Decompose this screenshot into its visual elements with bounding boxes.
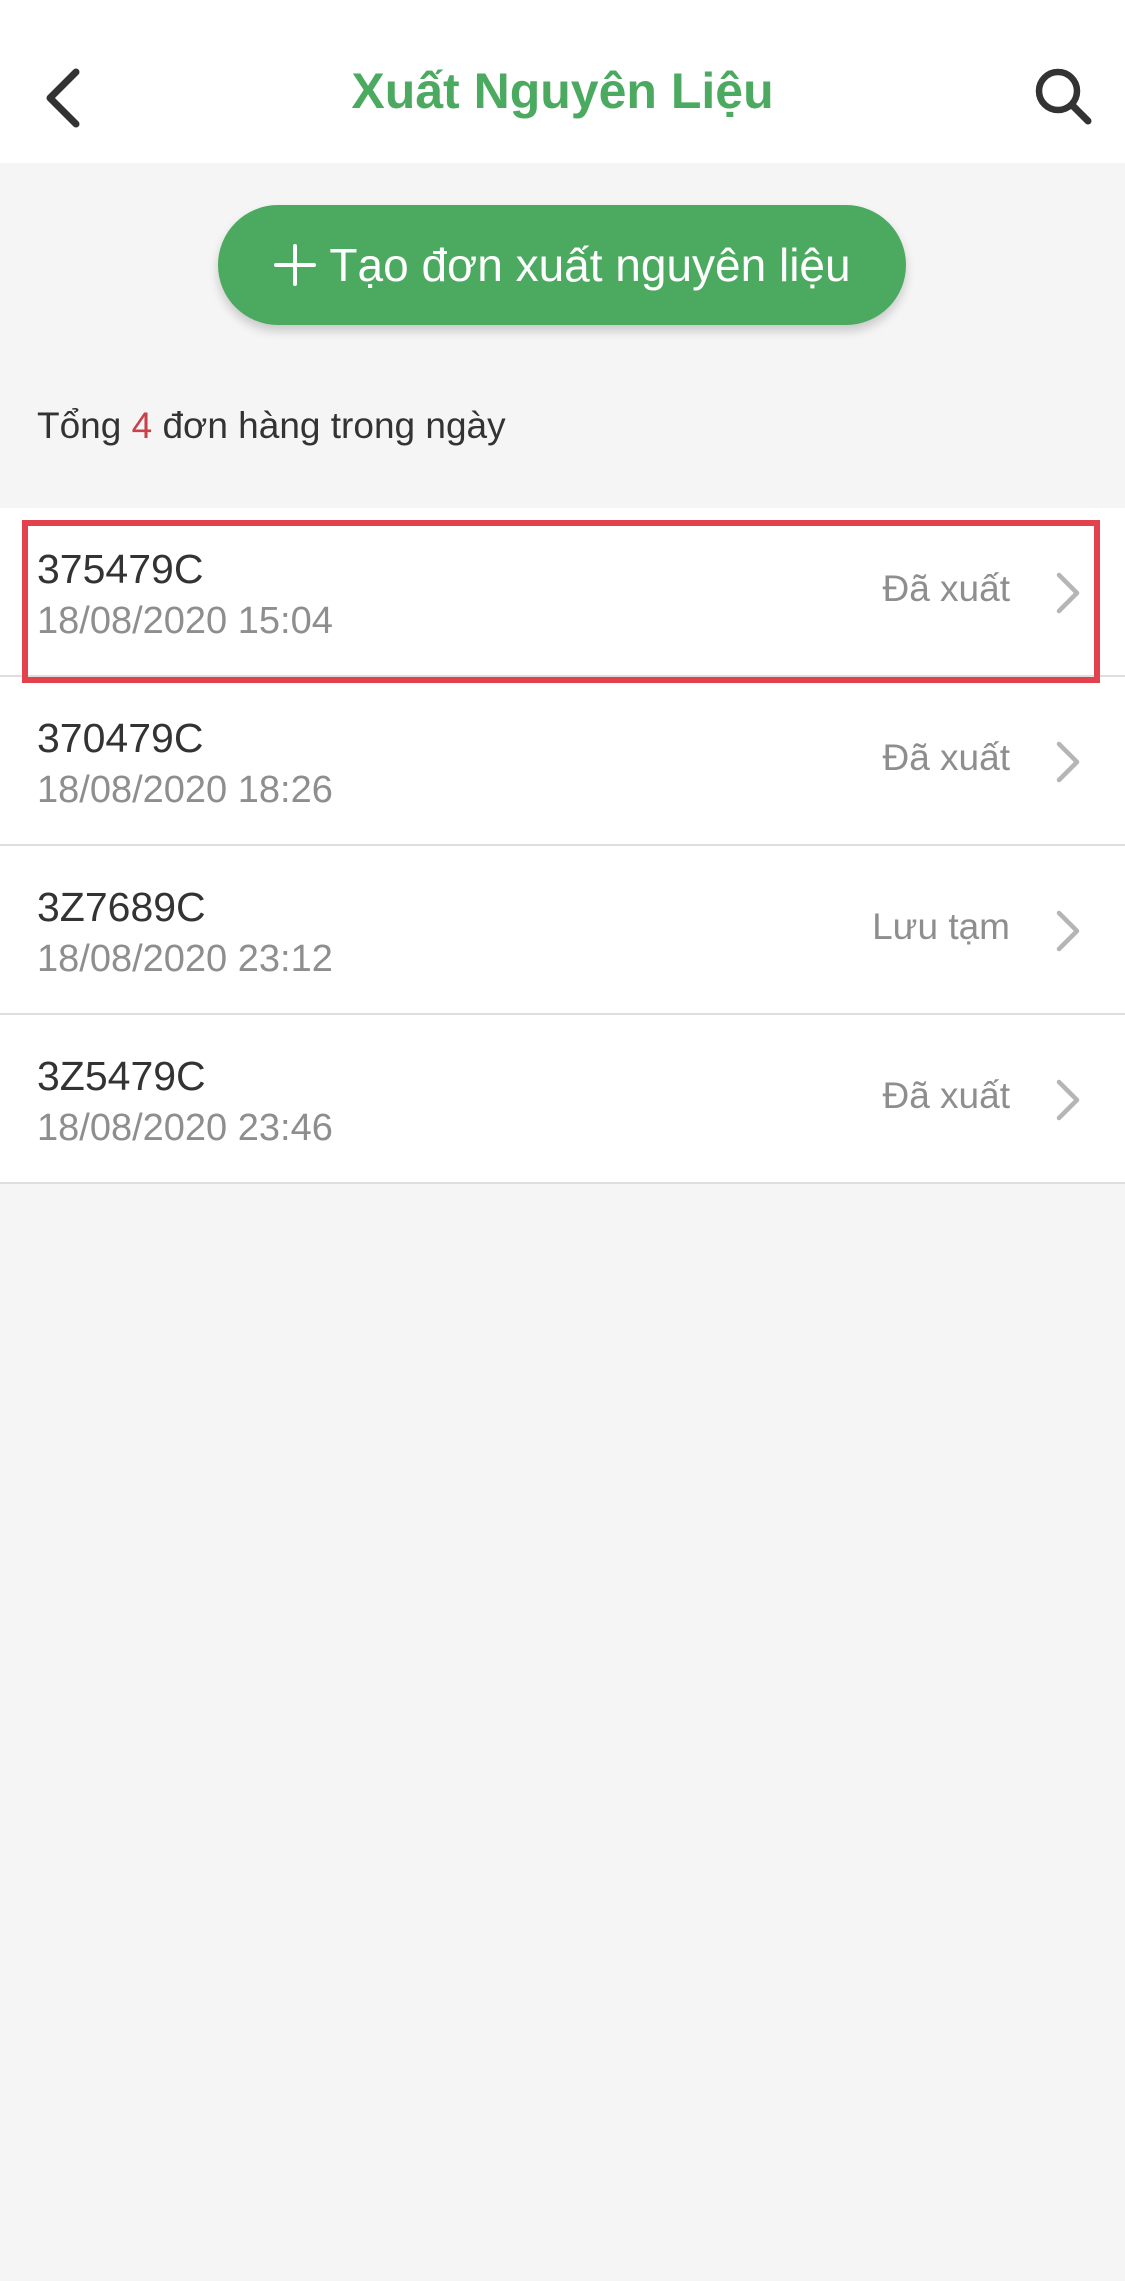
order-row[interactable]: 370479C 18/08/2020 18:26 Đã xuất [0,677,1125,846]
order-status: Đã xuất [882,737,1010,778]
chevron-right-icon [1053,739,1083,785]
create-button-label: Tạo đơn xuất nguyên liệu [329,239,851,291]
summary-suffix: đơn hàng trong ngày [162,405,506,446]
order-date: 18/08/2020 15:04 [37,600,333,642]
order-list: 375479C 18/08/2020 15:04 Đã xuất 370479C… [0,508,1125,1184]
order-row[interactable]: 3Z5479C 18/08/2020 23:46 Đã xuất [0,1015,1125,1184]
search-icon [1035,68,1092,125]
order-date: 18/08/2020 23:12 [37,938,333,980]
order-status: Lưu tạm [872,906,1010,947]
order-row[interactable]: 375479C 18/08/2020 15:04 Đã xuất [0,508,1125,677]
plus-icon [273,243,317,287]
chevron-right-icon [1053,570,1083,616]
order-date: 18/08/2020 23:46 [37,1107,333,1149]
order-code: 370479C [37,715,204,761]
order-row[interactable]: 3Z7689C 18/08/2020 23:12 Lưu tạm [0,846,1125,1015]
create-export-order-button[interactable]: Tạo đơn xuất nguyên liệu [218,205,906,325]
order-code: 3Z5479C [37,1053,206,1099]
chevron-right-icon [1053,908,1083,954]
nav-header: Xuất Nguyên Liệu [0,0,1125,163]
order-status: Đã xuất [882,568,1010,609]
app-screen: Xuất Nguyên Liệu Tạo đơn xuất nguyên liệ… [0,0,1125,2281]
order-code: 3Z7689C [37,884,206,930]
summary-prefix: Tổng [37,405,122,446]
chevron-right-icon [1053,1077,1083,1123]
order-summary: Tổng 4 đơn hàng trong ngày [37,405,506,447]
order-status: Đã xuất [882,1075,1010,1116]
page-title: Xuất Nguyên Liệu [351,63,774,119]
order-code: 375479C [37,546,204,592]
search-button[interactable] [1023,56,1103,136]
order-count: 4 [131,405,153,446]
order-date: 18/08/2020 18:26 [37,769,333,811]
